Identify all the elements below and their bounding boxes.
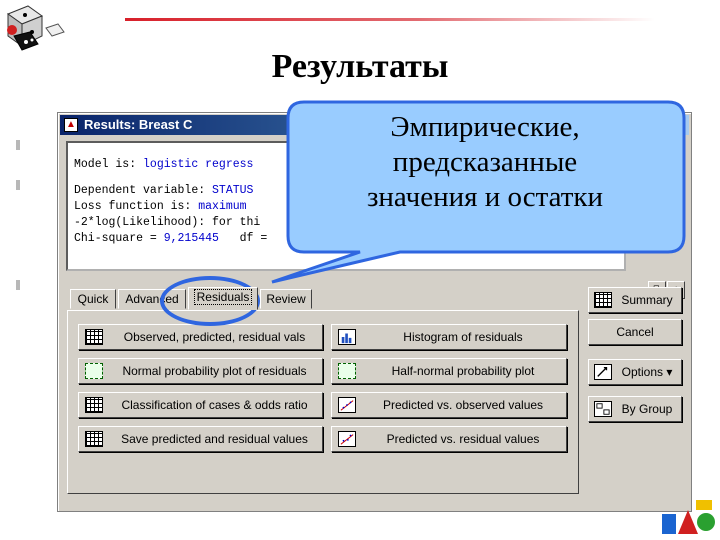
options-button[interactable]: Options ▾ bbox=[588, 359, 682, 385]
output-label: Chi-square = bbox=[74, 232, 164, 245]
output-label: Model is: bbox=[74, 158, 144, 171]
scatterplot-icon bbox=[338, 431, 356, 447]
save-predicted-residual-button[interactable]: Save predicted and residual values bbox=[78, 426, 323, 452]
window-title: Results: Breast C bbox=[84, 117, 193, 132]
observed-predicted-residual-button[interactable]: Observed, predicted, residual vals bbox=[78, 324, 323, 350]
histogram-of-residuals-button[interactable]: Histogram of residuals bbox=[331, 324, 567, 350]
scatterplot-icon bbox=[338, 397, 356, 413]
output-line: -2*log(Likelihood): for thi bbox=[74, 215, 624, 231]
output-label: Dependent variable: bbox=[74, 184, 213, 197]
by-group-icon bbox=[594, 401, 612, 417]
cancel-button[interactable]: Cancel bbox=[588, 319, 682, 345]
tab-quick[interactable]: Quick bbox=[70, 289, 116, 309]
statistica-app-icon: ▲ bbox=[64, 118, 78, 132]
output-value: STATUS bbox=[212, 184, 254, 197]
probability-plot-icon bbox=[338, 363, 356, 379]
output-value: logistic regress bbox=[143, 158, 254, 171]
output-line: Chi-square = 9,215445 df = bbox=[74, 231, 624, 247]
by-group-button[interactable]: By Group bbox=[588, 396, 682, 422]
side-bar-decoration bbox=[16, 180, 20, 190]
slide-title: Результаты bbox=[271, 48, 449, 85]
save-spreadsheet-icon bbox=[85, 431, 103, 447]
callout-line: значения и остатки bbox=[366, 181, 604, 213]
summary-button[interactable]: Summary bbox=[588, 287, 682, 313]
side-bar-decoration bbox=[16, 280, 20, 290]
predicted-vs-observed-button[interactable]: Predicted vs. observed values bbox=[331, 392, 567, 418]
output-label: Loss function is: bbox=[74, 200, 199, 213]
histogram-icon bbox=[338, 329, 356, 345]
callout-text: Эмпирические, предсказанные значения и о… bbox=[290, 110, 680, 215]
options-icon bbox=[594, 364, 612, 380]
normal-probability-plot-button[interactable]: Normal probability plot of residuals bbox=[78, 358, 323, 384]
output-value: maximum bbox=[198, 200, 247, 213]
spreadsheet-icon bbox=[85, 329, 103, 345]
callout-line: Эмпирические, bbox=[390, 111, 580, 143]
spreadsheet-icon bbox=[85, 397, 103, 413]
tab-residuals[interactable]: Residuals bbox=[188, 287, 258, 310]
side-bar-decoration bbox=[16, 140, 20, 150]
statistics-clipart-icon bbox=[662, 500, 715, 534]
probability-plot-icon bbox=[85, 363, 103, 379]
output-value: 9,215445 bbox=[163, 232, 219, 245]
output-label: -2*log(Likelihood): for thi bbox=[74, 216, 261, 229]
classification-odds-ratio-button[interactable]: Classification of cases & odds ratio bbox=[78, 392, 323, 418]
predicted-vs-residual-button[interactable]: Predicted vs. residual values bbox=[331, 426, 567, 452]
output-label: df = bbox=[218, 232, 275, 245]
half-normal-plot-button[interactable]: Half-normal probability plot bbox=[331, 358, 567, 384]
summary-table-icon bbox=[594, 292, 612, 308]
callout-line: предсказанные bbox=[392, 146, 578, 178]
tab-review[interactable]: Review bbox=[260, 289, 312, 309]
title-underline-decoration bbox=[125, 18, 655, 21]
